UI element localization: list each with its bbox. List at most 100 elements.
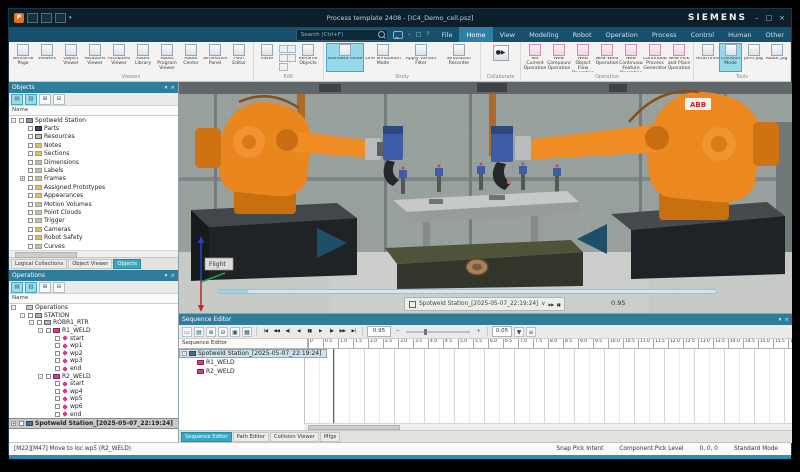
- visibility-checkbox[interactable]: [46, 374, 51, 379]
- timeline-zoom-slider[interactable]: [406, 331, 470, 333]
- ribbon-tab[interactable]: Robot: [566, 27, 599, 42]
- tree-item[interactable]: Trigger: [9, 217, 178, 225]
- tree-filter-icon[interactable]: ▤: [11, 282, 23, 293]
- visibility-checkbox[interactable]: [28, 151, 33, 156]
- tree-item[interactable]: - Operations: [9, 304, 178, 312]
- visibility-checkbox[interactable]: [55, 351, 60, 356]
- expand-icon[interactable]: -: [29, 320, 34, 325]
- tree-item[interactable]: wp2: [9, 350, 178, 358]
- ribbon-button[interactable]: Apply Variant Filter: [402, 43, 440, 72]
- tree-sort-icon[interactable]: ▥: [25, 282, 37, 293]
- tree-item[interactable]: wp5: [9, 395, 178, 403]
- visibility-checkbox[interactable]: [28, 160, 33, 165]
- objects-hscrollbar[interactable]: [9, 250, 178, 257]
- tree-item[interactable]: wp1: [9, 342, 178, 350]
- sequence-row[interactable]: R2_WELD: [179, 367, 240, 376]
- ribbon-button[interactable]: Robot Library: [131, 43, 155, 72]
- panel-close-icon[interactable]: ×: [784, 317, 789, 323]
- slider-plus-icon[interactable]: +: [474, 329, 483, 334]
- visibility-checkbox[interactable]: [28, 168, 33, 173]
- redo-icon[interactable]: [55, 13, 66, 23]
- tree-item[interactable]: Labels: [9, 166, 178, 174]
- tree-item[interactable]: - STATION: [9, 312, 178, 320]
- ribbon-button[interactable]: Standard Mode: [326, 43, 364, 72]
- minimize-button[interactable]: –: [755, 14, 759, 22]
- expand-icon[interactable]: +: [20, 176, 25, 181]
- fast-backward-icon[interactable]: ◀◀: [272, 329, 281, 334]
- ribbon-tab[interactable]: View: [493, 27, 522, 42]
- visibility-checkbox[interactable]: [55, 381, 60, 386]
- operations-column-header[interactable]: Name: [9, 294, 178, 304]
- panel-menu-icon[interactable]: ▾: [165, 273, 168, 279]
- expand-icon[interactable]: -: [11, 118, 16, 123]
- objects-column-header[interactable]: Name: [9, 106, 178, 116]
- tree-expand-icon[interactable]: ⊞: [39, 94, 51, 105]
- visibility-checkbox[interactable]: [28, 126, 33, 131]
- simulation-player[interactable]: Spotweld Station_[2025-05-07_22:19:24] ∨…: [404, 297, 565, 311]
- ribbon-button[interactable]: Simulation Panel: [203, 43, 227, 72]
- panel-close-icon[interactable]: ×: [170, 85, 175, 91]
- panel-tab[interactable]: Path Editor: [233, 432, 269, 442]
- expand-icon[interactable]: -: [182, 351, 187, 356]
- ribbon-tab[interactable]: Operation: [599, 27, 645, 42]
- tree-item[interactable]: start: [9, 334, 178, 342]
- tree-item[interactable]: - Spotweld Station: [9, 116, 178, 124]
- visibility-checkbox[interactable]: [28, 227, 33, 232]
- ribbon-button[interactable]: Joint Jog: [742, 43, 765, 72]
- tree-item[interactable]: Curves: [9, 242, 178, 250]
- ribbon-tab[interactable]: Other: [759, 27, 791, 42]
- tree-item[interactable]: - ROBR1_RTR: [9, 319, 178, 327]
- tree-item[interactable]: wp4: [9, 388, 178, 396]
- ribbon-button[interactable]: Simulation Recorder: [440, 43, 478, 72]
- tree-item[interactable]: Robot Safety: [9, 233, 178, 241]
- visibility-checkbox[interactable]: [55, 366, 60, 371]
- tree-item[interactable]: Motion Volumes: [9, 200, 178, 208]
- export-icon[interactable]: ▼: [514, 327, 524, 337]
- visibility-checkbox[interactable]: [28, 176, 33, 181]
- help-icon[interactable]: ?: [426, 31, 429, 38]
- ribbon-button[interactable]: New Pick and Place Operation: [667, 43, 691, 72]
- visibility-checkbox[interactable]: [55, 412, 60, 417]
- gantt-hscrollbar[interactable]: [304, 423, 792, 430]
- ribbon-button[interactable]: Relations Viewer: [83, 43, 107, 72]
- tree-item[interactable]: Resources: [9, 133, 178, 141]
- visibility-checkbox[interactable]: [28, 185, 33, 190]
- ribbon-button[interactable]: Attributes Viewer: [107, 43, 131, 72]
- sequence-column-header[interactable]: Sequence Editor: [179, 339, 308, 348]
- panel-tab[interactable]: Object Viewer: [68, 259, 112, 269]
- tree-item[interactable]: Cameras: [9, 225, 178, 233]
- ribbon-button[interactable]: New Object Flow Operation: [571, 43, 595, 72]
- ribbon-button[interactable]: Robot Program Viewer: [155, 43, 179, 72]
- panel-menu-icon[interactable]: ▾: [165, 85, 168, 91]
- visibility-checkbox[interactable]: [28, 134, 33, 139]
- search-input[interactable]: [299, 31, 378, 39]
- visibility-checkbox[interactable]: [28, 313, 33, 318]
- skip-to-end-icon[interactable]: ▶▶: [549, 302, 554, 307]
- expand-icon[interactable]: +: [11, 421, 16, 426]
- visibility-checkbox[interactable]: [28, 143, 33, 148]
- rename-objects-button[interactable]: Rename Objects: [295, 43, 321, 72]
- tree-collapse-icon[interactable]: ⊟: [53, 94, 65, 105]
- ribbon-button[interactable]: Path Editor: [227, 43, 251, 72]
- panel-tab[interactable]: Logical Collections: [11, 259, 67, 269]
- tree-item[interactable]: - R1_WELD: [9, 327, 178, 335]
- player-dropdown-icon[interactable]: ∨: [541, 301, 545, 307]
- tree-item[interactable]: + Spotweld Station_[2025-05-07_22:19:24]: [9, 418, 178, 429]
- fast-forward-icon[interactable]: ▶▶: [338, 329, 347, 334]
- ribbon-tab[interactable]: Control: [684, 27, 722, 42]
- tree-item[interactable]: + Frames: [9, 175, 178, 183]
- zoom-fit-icon[interactable]: ▣: [230, 327, 240, 337]
- collaborate-tool-icon[interactable]: ●▶: [493, 45, 509, 61]
- ribbon-button[interactable]: Viewers: [35, 43, 59, 72]
- ribbon-button[interactable]: Collision Mode: [719, 43, 742, 72]
- save-icon[interactable]: [27, 13, 38, 23]
- tree-item[interactable]: Parts: [9, 124, 178, 132]
- tree-item[interactable]: start: [9, 380, 178, 388]
- feedback-icon[interactable]: [393, 31, 403, 39]
- jump-to-start-icon[interactable]: |◀: [261, 329, 270, 334]
- tree-item[interactable]: Dimensions: [9, 158, 178, 166]
- expand-icon[interactable]: -: [20, 313, 25, 318]
- play-icon[interactable]: ▶: [316, 329, 325, 334]
- visibility-checkbox[interactable]: [19, 421, 24, 426]
- step-backward-icon[interactable]: ◀|: [283, 329, 292, 334]
